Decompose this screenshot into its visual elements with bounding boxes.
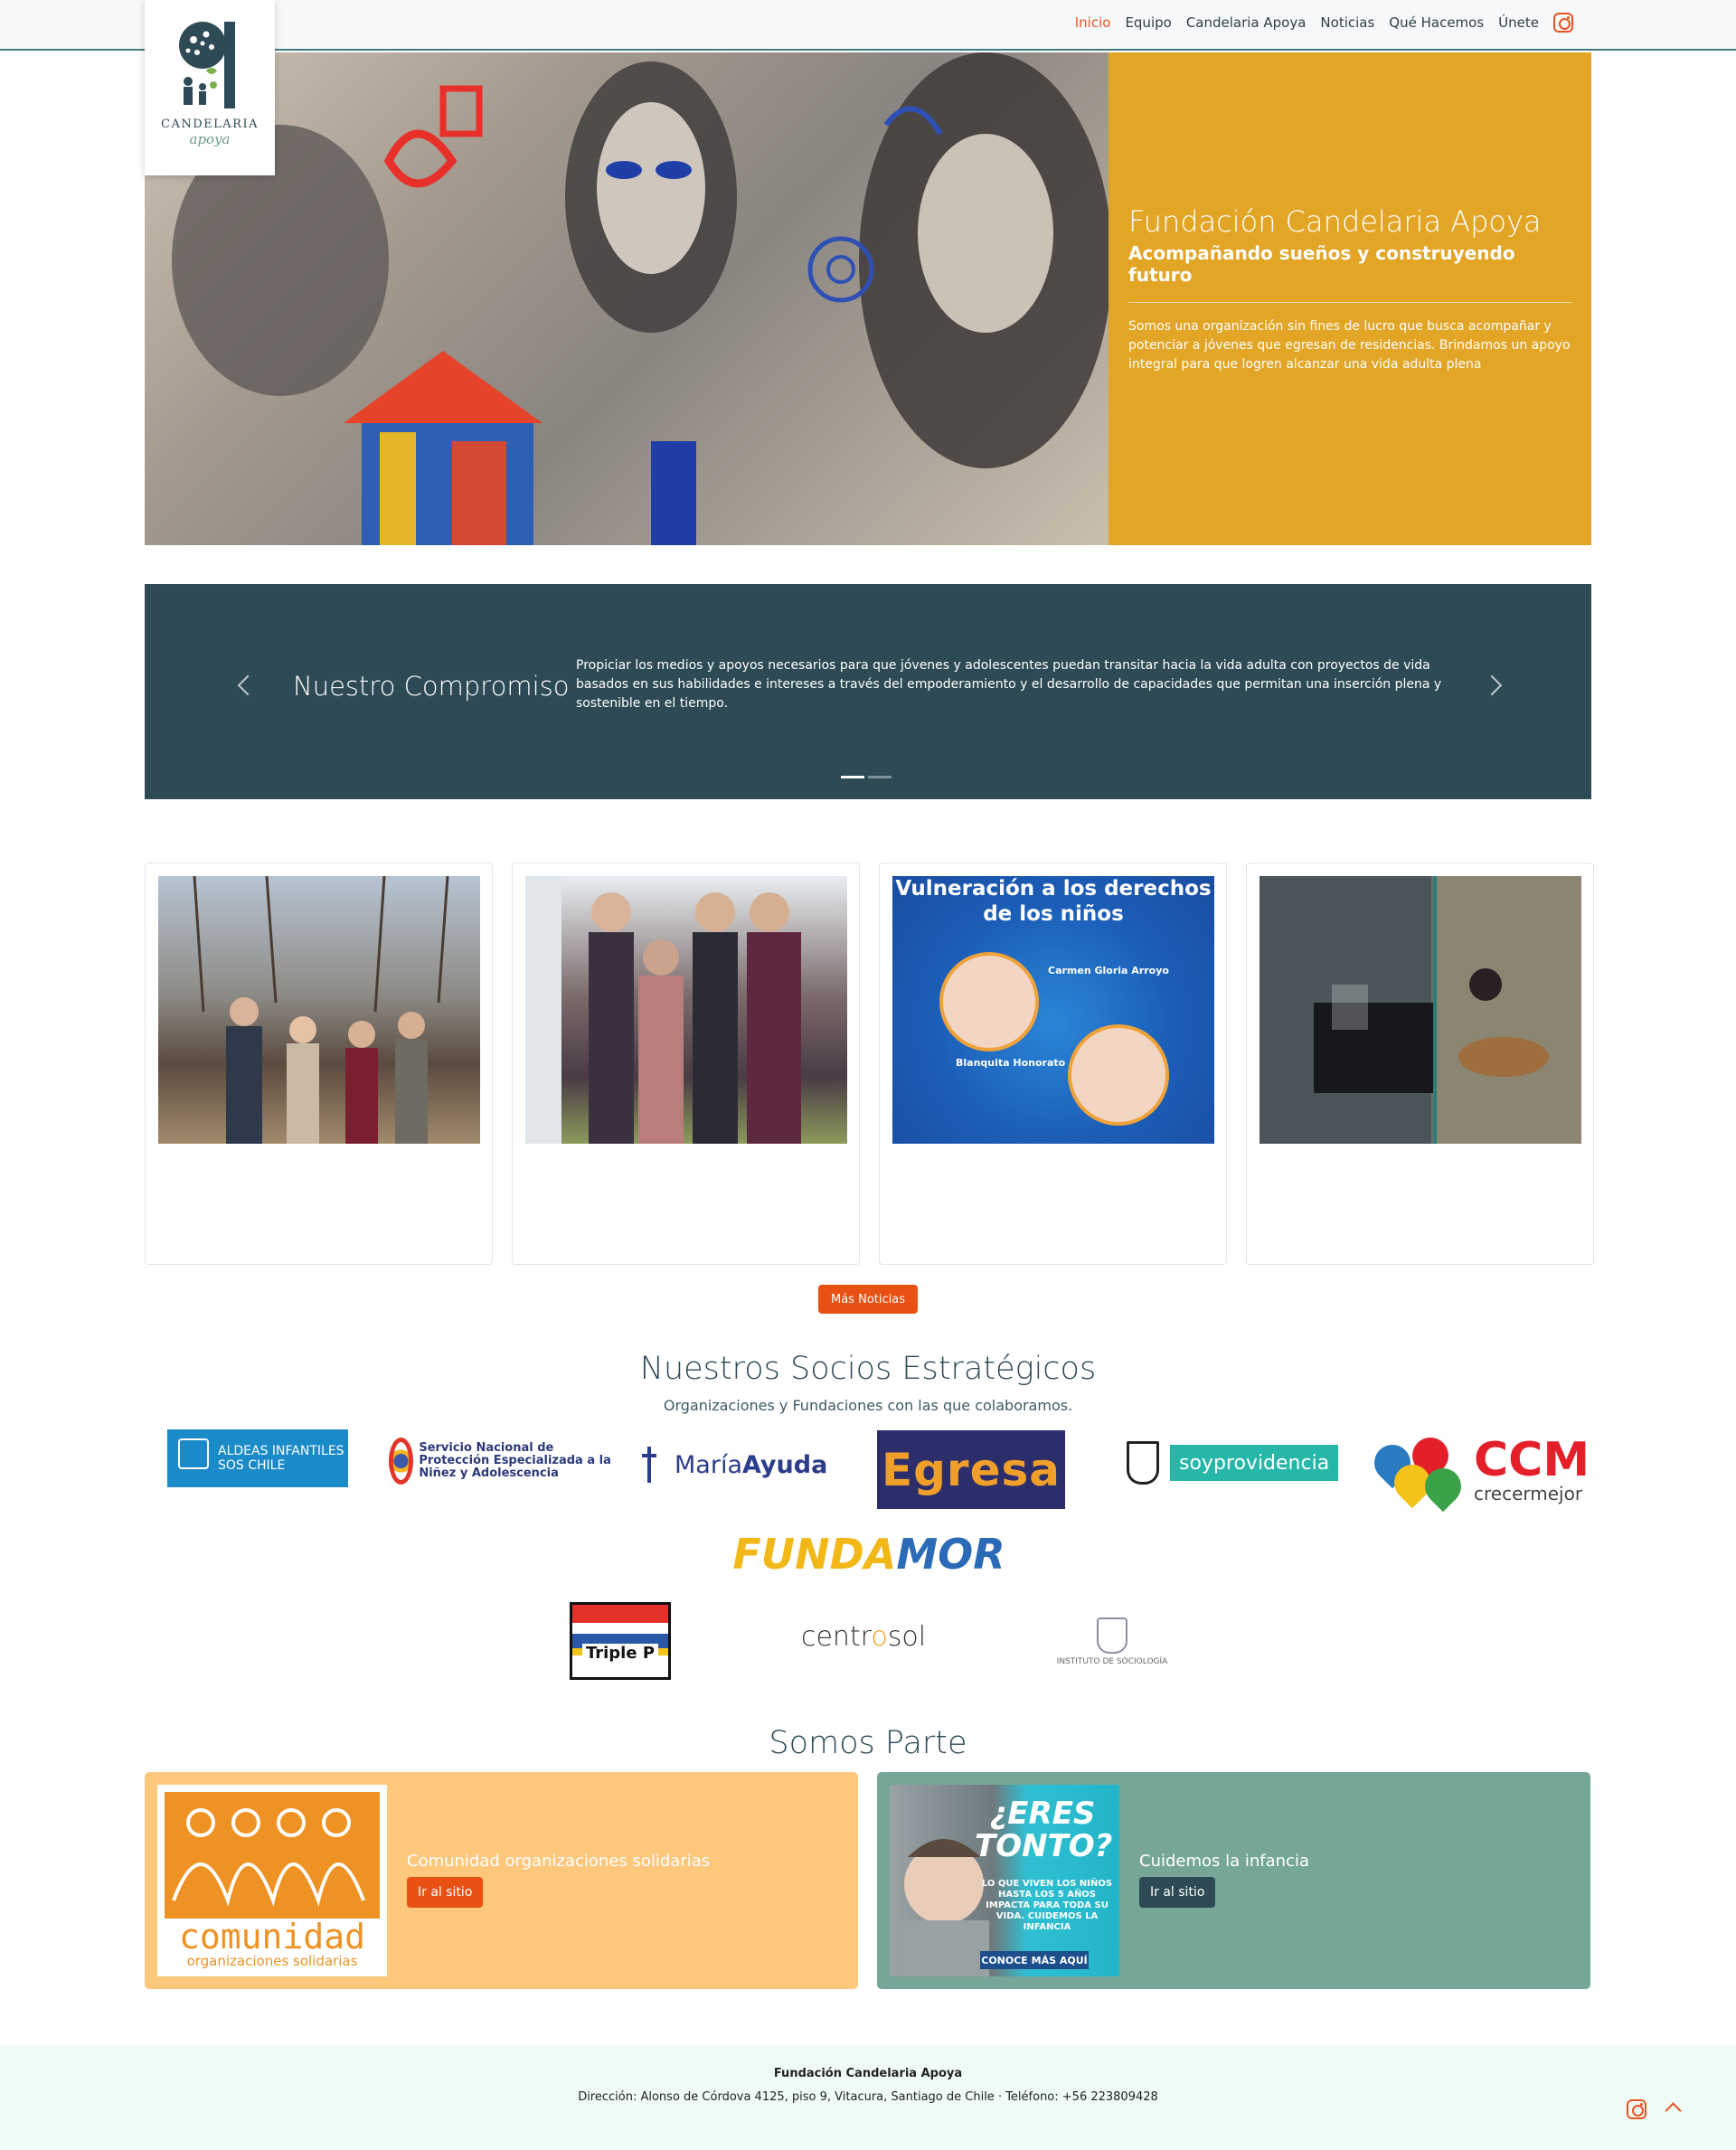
footer-organization-name: Fundación Candelaria Apoya [773, 2067, 963, 2080]
ccm-text: CCM crecermejor [1474, 1433, 1590, 1504]
news-photo-collage-activities [1260, 876, 1581, 1144]
site-logo[interactable]: CANDELARIA apoya [145, 0, 275, 175]
partner-logo-ccm[interactable]: CCM crecermejor [1366, 1429, 1593, 1513]
instagram-icon[interactable] [1553, 13, 1573, 33]
hero-description: Somos una organización sin fines de lucr… [1128, 319, 1571, 372]
nav-item-equipo[interactable]: Equipo [1125, 14, 1171, 31]
partner-logo-servicio-nacional[interactable]: Servicio Nacional de Protección Especial… [389, 1434, 615, 1488]
community-card-cuidemos-la-infancia: ¿ERES TONTO? LO QUE VIVEN LOS NIÑOS HAST… [877, 1772, 1590, 1989]
comunidad-people-icon [165, 1792, 380, 1919]
nav-item-unete[interactable]: Únete [1498, 14, 1539, 31]
poster-photo-2 [1068, 1024, 1169, 1126]
centro-sol-label-c: sol [887, 1620, 927, 1653]
community-card-button[interactable]: Ir al sitio [407, 1877, 484, 1908]
aldeas-sos-label: ALDEAS INFANTILES SOS CHILE [218, 1444, 344, 1473]
news-cards: Vulneración a los derechos de los niños … [145, 863, 1594, 1265]
partner-logo-maria-ayuda[interactable]: MaríaAyuda [640, 1439, 848, 1490]
comunidad-logo-word: comunidad [179, 1917, 365, 1957]
community-card-label: Comunidad organizaciones solidarias [407, 1852, 711, 1871]
comunidad-logo-sub: organizaciones solidarias [186, 1953, 358, 1969]
poster-name-1: Carmen Gloria Arroyo [1048, 965, 1169, 976]
community-card-label: Cuidemos la infancia [1139, 1852, 1309, 1871]
hero-text-panel: Fundación Candelaria Apoya Acompañando s… [1109, 52, 1591, 545]
carousel-indicator-1[interactable] [841, 776, 864, 778]
news-card[interactable]: Vulneración a los derechos de los niños … [879, 863, 1227, 1265]
partner-logo-triple-p[interactable]: Triple P [570, 1602, 671, 1680]
news-poster-childrens-rights: Vulneración a los derechos de los niños … [892, 876, 1214, 1144]
news-card[interactable] [145, 863, 493, 1265]
centro-sol-label-a: centr [800, 1620, 872, 1653]
partner-logo-fundamor[interactable]: FUNDA MOR [732, 1521, 1005, 1588]
instituto-sociologia-label: INSTITUTO DE SOCIOLOGÍA [1056, 1657, 1168, 1666]
carousel-indicators [841, 776, 892, 778]
nav-item-candelaria-apoya[interactable]: Candelaria Apoya [1186, 14, 1307, 31]
university-crest-icon [1097, 1617, 1127, 1654]
soy-providencia-label: soyprovidencia [1170, 1445, 1339, 1481]
egresa-label: Egresa [881, 1443, 1061, 1496]
sun-icon: o [871, 1620, 888, 1653]
nav-item-que-hacemos[interactable]: Qué Hacemos [1389, 14, 1484, 31]
footer-address: Dirección: Alonso de Córdova 4125, piso … [578, 2090, 1158, 2104]
partner-logo-aldeas-sos[interactable]: ALDEAS INFANTILES SOS CHILE [167, 1429, 348, 1487]
hero-painting-image [145, 52, 1109, 545]
carousel-prev-arrow-icon[interactable] [237, 674, 259, 696]
fundamor-label-a: FUNDA [732, 1530, 897, 1579]
carousel-next-arrow-icon[interactable] [1481, 674, 1503, 696]
servicio-nacional-label: Servicio Nacional de Protección Especial… [419, 1441, 611, 1480]
poster-body: LO QUE VIVEN LOS NIÑOS HASTA LOS 5 AÑOS … [981, 1879, 1113, 1932]
hearts-icon [1366, 1429, 1469, 1513]
hero-subtitle: Acompañando sueños y construyendo futuro [1128, 242, 1515, 286]
partners-subtitle: Organizaciones y Fundaciones con las que… [663, 1397, 1073, 1414]
maria-ayuda-label: MaríaAyuda [675, 1451, 827, 1479]
ccm-label: CCM [1474, 1433, 1590, 1487]
hero-divider [1128, 302, 1571, 303]
commitment-text: Propiciar los medios y apoyos necesarios… [576, 658, 1442, 711]
main-menu: Inicio Equipo Candelaria Apoya Noticias … [1075, 0, 1573, 45]
aldeas-sos-icon [178, 1438, 209, 1469]
poster-photo-1 [939, 952, 1039, 1051]
partners-title: Nuestros Socios Estratégicos [639, 1351, 1097, 1387]
logo-subtitle: apoya [189, 131, 231, 147]
partner-logo-centro-sol[interactable]: centrosol [787, 1615, 940, 1658]
partner-logo-instituto-sociologia[interactable]: INSTITUTO DE SOCIOLOGÍA [1053, 1608, 1171, 1676]
community-card-button[interactable]: Ir al sitio [1139, 1877, 1216, 1908]
news-photo-group-outdoors [158, 876, 480, 1144]
footer: Fundación Candelaria Apoya Dirección: Al… [0, 2045, 1736, 2150]
triple-p-label: Triple P [581, 1643, 659, 1663]
nav-item-inicio[interactable]: Inicio [1075, 14, 1111, 31]
commitment-title: Nuestro Compromiso [293, 671, 570, 702]
maria-ayuda-label-a: María [675, 1450, 742, 1479]
news-photo-four-women [525, 876, 847, 1144]
back-to-top-chevron-icon[interactable] [1665, 2102, 1682, 2119]
servicio-nacional-emblem-icon [389, 1438, 414, 1485]
carousel-indicator-2[interactable] [868, 776, 892, 778]
partner-logo-soy-providencia[interactable]: soyprovidencia [1127, 1436, 1342, 1490]
poster-title: Vulneración a los derechos de los niños [895, 877, 1212, 926]
maria-ayuda-label-b: Ayuda [742, 1450, 828, 1479]
comunidad-logo-image: comunidad organizaciones solidarias [157, 1785, 387, 1976]
tree-family-icon [179, 22, 235, 108]
cross-icon [642, 1447, 656, 1483]
logo-name: CANDELARIA [161, 118, 259, 131]
poster-name-2: Blanquita Honorato [956, 1057, 1066, 1069]
news-card[interactable] [512, 863, 860, 1265]
cuidemos-infancia-poster-image: ¿ERES TONTO? LO QUE VIVEN LOS NIÑOS HAST… [890, 1785, 1119, 1976]
hero-section: Fundación Candelaria Apoya Acompañando s… [145, 52, 1591, 545]
poster-headline: ¿ERES TONTO? [975, 1796, 1113, 1864]
partner-logo-egresa[interactable]: Egresa [877, 1430, 1065, 1509]
nav-item-noticias[interactable]: Noticias [1320, 14, 1374, 31]
footer-instagram-icon[interactable] [1627, 2099, 1646, 2119]
ccm-sublabel: crecermejor [1474, 1483, 1583, 1504]
more-news-button[interactable]: Más Noticias [818, 1285, 918, 1314]
commitment-carousel: Nuestro Compromiso Propiciar los medios … [145, 584, 1591, 799]
fundamor-label-b: MOR [896, 1530, 1005, 1579]
community-card-organizaciones-solidarias: comunidad organizaciones solidarias Comu… [145, 1772, 858, 1989]
poster-cta: CONOCE MÁS AQUÍ [980, 1951, 1089, 1969]
news-card[interactable] [1246, 863, 1594, 1265]
hero-title: Fundación Candelaria Apoya [1128, 204, 1542, 239]
somos-parte-title: Somos Parte [769, 1725, 967, 1761]
providencia-shield-icon [1127, 1441, 1159, 1485]
centro-sol-label: centrosol [801, 1621, 926, 1653]
